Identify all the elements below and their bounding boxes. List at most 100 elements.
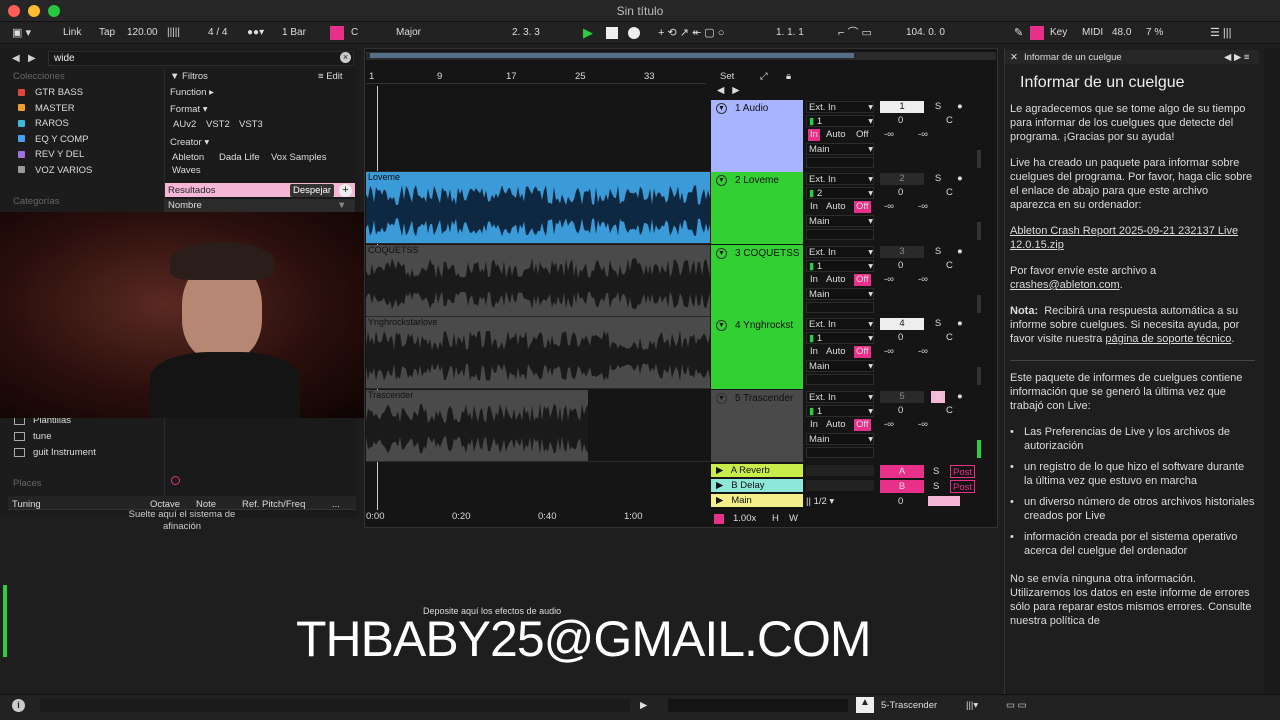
place-item[interactable]: tune — [14, 430, 96, 443]
key-root-select[interactable]: C — [351, 25, 358, 41]
send-b-field[interactable]: -∞ — [918, 419, 928, 431]
track-header[interactable]: ▼ 1 Audio — [711, 100, 803, 172]
send-b-field[interactable]: -∞ — [918, 129, 928, 141]
monitor-in-button[interactable]: In — [810, 419, 818, 431]
scale-mode-button[interactable] — [330, 26, 344, 40]
mixer-icon[interactable]: |||▾ — [966, 699, 978, 712]
format-tag[interactable]: AUv2 — [173, 118, 196, 131]
collection-item[interactable]: GTR BASS — [18, 86, 92, 99]
input-channel-select[interactable]: ▮ 2 ▾ — [806, 187, 874, 199]
back-forward-icon[interactable]: ◀ ▶ — [12, 53, 36, 64]
overview-visible-range[interactable] — [370, 53, 854, 58]
track-header[interactable]: ▼ 2 Loveme — [711, 172, 803, 244]
audio-clip[interactable]: Ynghrockstarlove — [366, 317, 710, 388]
collection-item[interactable]: VOZ VARIOS — [18, 164, 92, 177]
monitor-auto-button[interactable]: Auto — [826, 129, 846, 141]
output-select[interactable]: Main ▾ — [806, 360, 874, 372]
return-b-post[interactable]: Post — [950, 480, 976, 493]
send-a-field[interactable]: -∞ — [884, 274, 894, 286]
solo-button[interactable]: S — [931, 101, 945, 113]
output-select[interactable]: Main ▾ — [806, 433, 874, 445]
filters-header[interactable]: ▼ Filtros — [170, 70, 208, 83]
format-tag[interactable]: VST2 — [206, 118, 230, 131]
creator-tag[interactable]: Waves — [172, 164, 201, 177]
clear-results-button[interactable]: Despejar — [290, 184, 335, 197]
volume-field[interactable]: 0 — [898, 187, 903, 199]
zoom-icon[interactable] — [714, 514, 724, 524]
creator-filter[interactable]: Creator ▾ — [170, 136, 209, 149]
monitor-auto-button[interactable]: Auto — [826, 201, 846, 213]
output-select[interactable]: Main ▾ — [806, 215, 874, 227]
input-type-select[interactable]: Ext. In ▾ — [806, 391, 874, 403]
tuning-more-button[interactable]: ... — [332, 498, 340, 511]
input-channel-select[interactable]: ▮ 1 ▾ — [806, 332, 874, 344]
locator-nav-icon[interactable]: ◀ ▶ — [717, 84, 740, 97]
volume-field[interactable]: 0 — [898, 405, 903, 417]
fold-icon[interactable]: ▼ — [716, 248, 727, 259]
expand-icon[interactable]: ⤢ — [760, 70, 768, 83]
track-number-button[interactable]: 1 — [880, 101, 924, 113]
return-b-solo[interactable]: S — [933, 480, 939, 493]
pan-field[interactable]: C — [946, 187, 953, 199]
audio-clip[interactable]: Loveme — [366, 172, 710, 243]
arm-button[interactable]: ● — [957, 246, 963, 258]
fold-icon[interactable]: ▼ — [716, 103, 727, 114]
record-button[interactable] — [628, 27, 640, 39]
loop-length-field[interactable]: 104. 0. 0 — [906, 25, 945, 41]
add-icon[interactable]: + — [339, 184, 352, 197]
send-a-field[interactable]: -∞ — [884, 201, 894, 213]
track-lane[interactable]: Ynghrockstarlove — [366, 317, 710, 389]
arm-button[interactable]: ● — [957, 173, 963, 185]
signature-field[interactable]: 4 / 4 — [208, 25, 227, 41]
metronome-toggle-icon[interactable]: ●●▾ — [247, 25, 264, 41]
format-tag[interactable]: VST3 — [239, 118, 263, 131]
input-type-select[interactable]: Ext. In ▾ — [806, 173, 874, 185]
crash-report-link[interactable]: Ableton Crash Report 2025-09-21 232137 L… — [1010, 225, 1238, 251]
format-filter[interactable]: Format ▾ — [170, 103, 208, 116]
monitor-in-button[interactable]: In — [810, 274, 818, 286]
monitor-in-button[interactable]: In — [808, 129, 820, 141]
main-output-select[interactable]: || 1/2 ▾ — [806, 495, 834, 508]
link-button[interactable]: Link — [63, 25, 81, 41]
tempo-field[interactable]: 120.00 — [127, 25, 158, 41]
pan-field[interactable]: C — [946, 115, 953, 127]
draw-mode-icon[interactable]: ✎ — [1014, 25, 1023, 41]
edit-filters-button[interactable]: ≡ Edit — [318, 70, 343, 83]
track-icon[interactable]: ▲ — [856, 697, 874, 713]
arm-button[interactable]: ● — [957, 391, 963, 403]
volume-field[interactable]: 0 — [898, 332, 903, 344]
return-a-post[interactable]: Post — [950, 465, 976, 478]
audio-clip[interactable]: COQUETSS — [366, 245, 710, 316]
track-header[interactable]: ▼ 3 COQUETSS — [711, 245, 803, 317]
creator-tag[interactable]: Vox Samples — [271, 151, 326, 164]
main-pan-bar[interactable] — [928, 496, 960, 506]
set-locator-button[interactable]: Set — [720, 70, 734, 83]
return-a-solo[interactable]: S — [933, 465, 939, 478]
fold-icon[interactable]: ▼ — [716, 393, 727, 404]
pan-field[interactable]: C — [946, 405, 953, 417]
loop-start-field[interactable]: 1. 1. 1 — [776, 25, 804, 41]
track-lane[interactable]: COQUETSS — [366, 245, 710, 317]
input-channel-select[interactable]: ▮ 1 ▾ — [806, 115, 874, 127]
metronome-icon[interactable]: ||||| — [167, 25, 180, 41]
fold-icon[interactable]: ▼ — [716, 175, 727, 186]
support-link[interactable]: página de soporte técnico — [1105, 333, 1231, 345]
crash-email-link[interactable]: crashes@ableton.com — [1010, 279, 1120, 291]
send-a-field[interactable]: -∞ — [884, 419, 894, 431]
output-select[interactable]: Main ▾ — [806, 143, 874, 155]
monitor-auto-button[interactable]: Auto — [826, 419, 846, 431]
send-b-field[interactable]: -∞ — [918, 274, 928, 286]
key-label[interactable]: Key — [1050, 25, 1067, 41]
panel-nav-icon[interactable]: ◀ ▶ ≡ — [1224, 51, 1249, 64]
zoom-value[interactable]: 1.00x — [733, 512, 756, 525]
monitor-off-button[interactable]: Off — [854, 201, 871, 213]
midi-label[interactable]: MIDI — [1082, 25, 1103, 41]
track-number-button[interactable]: 3 — [880, 246, 924, 258]
view-icon[interactable]: ▣ ▾ — [12, 25, 31, 41]
arm-button[interactable]: ● — [957, 101, 963, 113]
track-lane[interactable]: Loveme — [366, 172, 710, 244]
main-volume[interactable]: 0 — [898, 495, 903, 508]
lock-icon[interactable]: 🔒︎ — [786, 70, 791, 83]
arm-button[interactable]: ● — [957, 318, 963, 330]
solo-button[interactable]: S — [931, 173, 945, 185]
